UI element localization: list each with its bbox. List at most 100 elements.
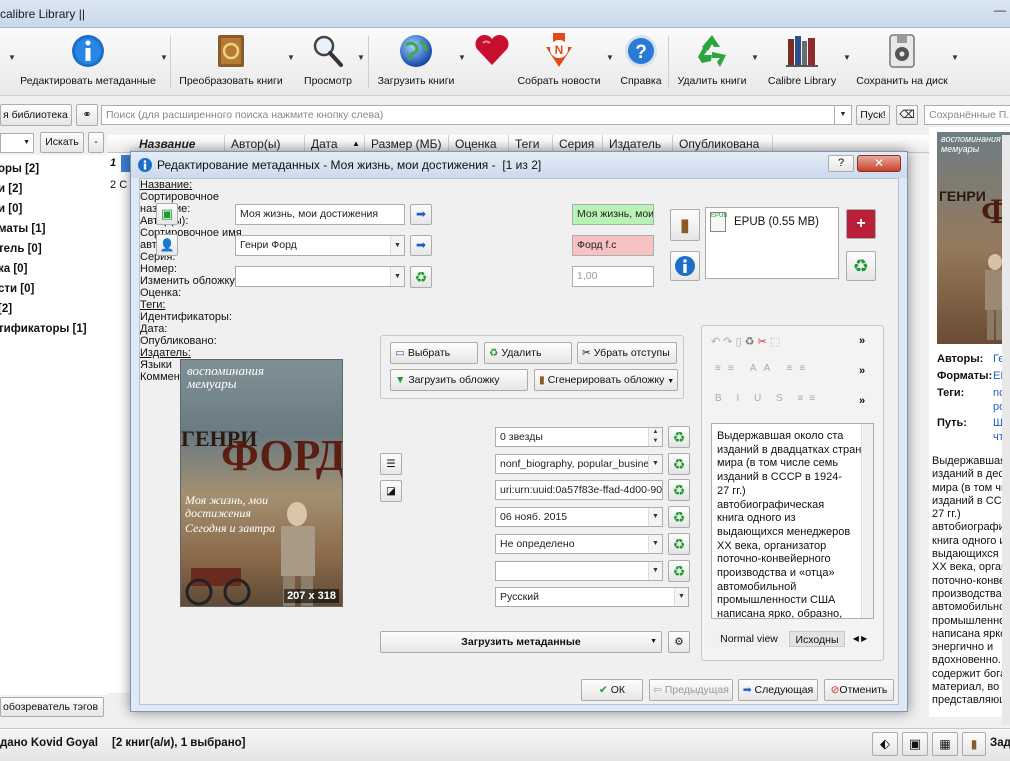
paste-isbn-icon[interactable]: ◪ (380, 480, 402, 502)
minimize-button[interactable]: — (985, 0, 1010, 20)
get-books-button[interactable]: Загрузить книги (374, 28, 458, 94)
book-cover-image[interactable]: воспоминания мемуары ГЕНРИ ФОРД Моя жизн… (180, 359, 343, 607)
details-scrollbar[interactable] (1002, 135, 1010, 725)
chevron-down-icon[interactable]: ▼ (648, 455, 662, 473)
paste-icon[interactable]: ♻ (745, 336, 755, 348)
save-to-disk-button[interactable]: Сохранить на диск (854, 28, 950, 94)
clear-identifiers-recycle-icon[interactable]: ♻ (668, 479, 690, 501)
languages-input[interactable]: Русский ▼ (495, 587, 689, 607)
date-input[interactable]: 06 нояб. 2015 ▼ (495, 507, 663, 527)
convert-books-button[interactable]: Преобразовать книги (178, 28, 284, 94)
spin-arrows-icon[interactable]: ▲ ▼ (648, 428, 662, 446)
clear-series-recycle-icon[interactable]: ♻ (410, 266, 432, 288)
identifiers-input[interactable]: uri:urn:uuid:0a57f83e-ffad-4d00-900 (495, 480, 663, 500)
tag-category-series[interactable]: и [2] (0, 183, 22, 195)
clear-rating-recycle-icon[interactable]: ♻ (668, 426, 690, 448)
grid-view-icon[interactable]: ▦ (932, 732, 958, 756)
sort-title-input[interactable]: Моя жизнь, мои д (572, 204, 654, 225)
advanced-search-binoculars-icon[interactable]: ⚭ (76, 104, 98, 126)
chevron-down-icon[interactable]: ▼ (674, 588, 688, 606)
tab-source-view[interactable]: Исходны (789, 631, 845, 647)
title-input[interactable]: Моя жизнь, мои достижения (235, 204, 405, 225)
sort-author-input[interactable]: Форд f.c (572, 235, 654, 256)
clear-published-recycle-icon[interactable]: ♻ (668, 533, 690, 555)
edit-tags-icon[interactable]: ☰ (380, 453, 402, 475)
save-to-disk-arrow[interactable]: ▼ (951, 53, 959, 62)
remove-format-recycle-icon[interactable]: ♻ (846, 251, 876, 281)
comments-editor[interactable]: Выдержавшая около ста изданий в двадцатка… (711, 423, 874, 619)
library-button[interactable]: Calibre Library (762, 28, 842, 94)
tag-category-publisher[interactable]: тель [0] (0, 243, 42, 255)
rating-spinbox[interactable]: 0 звезды ▲ ▼ (495, 427, 663, 447)
chevron-down-icon[interactable]: ▼ (648, 508, 662, 526)
more-tools-icon[interactable]: » (859, 395, 865, 407)
series-input[interactable]: ▼ (235, 266, 405, 287)
edit-metadata-arrow[interactable]: ▼ (160, 53, 168, 62)
authors-input[interactable]: Генри Форд ▼ (235, 235, 405, 256)
clear-tags-recycle-icon[interactable]: ♻ (668, 453, 690, 475)
clear-date-recycle-icon[interactable]: ♻ (668, 506, 690, 528)
view-arrow[interactable]: ▼ (357, 53, 365, 62)
format-info-icon[interactable] (670, 251, 700, 281)
go-search-button[interactable]: Пуск! (856, 105, 890, 125)
trim-cover-button[interactable]: ✂ Убрать отступы (577, 342, 677, 364)
donate-button[interactable] (470, 28, 514, 94)
manage-authors-person-icon[interactable]: 👤 (156, 234, 178, 256)
edit-metadata-button[interactable]: Редактировать метаданные (18, 28, 158, 94)
tag-icon[interactable]: ⬖ (872, 732, 898, 756)
tag-category-rating[interactable]: ка [0] (0, 263, 27, 275)
ok-button[interactable]: ✔ ОК (581, 679, 643, 701)
tags-input[interactable]: nonf_biography, popular_business ▼ (495, 454, 663, 474)
remove-books-arrow[interactable]: ▼ (751, 53, 759, 62)
tag-category-formats[interactable]: маты [1] (0, 223, 45, 235)
previous-button[interactable]: ⇦ Предыдущая (649, 679, 733, 701)
find-tag-button[interactable]: Искать (40, 132, 84, 153)
cover-view-icon[interactable]: ▣ (902, 732, 928, 756)
chevron-down-icon[interactable]: ▼ (390, 267, 404, 286)
download-cover-button[interactable]: ▼ Загрузить обложку (390, 369, 528, 391)
published-input[interactable]: Не определено ▼ (495, 534, 663, 554)
redo-icon[interactable]: ↷ (723, 336, 732, 348)
remove-books-button[interactable]: Удалить книги (672, 28, 752, 94)
tag-browser-filter-combo[interactable]: ▼ (0, 133, 34, 153)
book-details-icon[interactable]: ▮ (962, 732, 986, 756)
tag-category-news[interactable]: сти [0] (0, 283, 34, 295)
row-number[interactable]: 2 С (107, 177, 132, 194)
series-number-input[interactable]: 1,00 (572, 266, 654, 287)
generate-cover-button[interactable]: ▮ Сгенерировать обложку ▼ (534, 369, 678, 391)
clear-publisher-recycle-icon[interactable]: ♻ (668, 560, 690, 582)
publisher-input[interactable]: ▼ (495, 561, 663, 581)
tag-browser-config-button[interactable]: обозреватель тэгов ▼ (0, 697, 104, 717)
tab-scroll-arrows-icon[interactable]: ◀ ▶ (847, 631, 873, 647)
dialog-close-button[interactable]: ✕ (857, 155, 901, 172)
chevron-down-icon[interactable]: ▼ (390, 236, 404, 255)
cancel-button[interactable]: ⊘Отменить (824, 679, 894, 701)
convert-arrow[interactable]: ▼ (287, 53, 295, 62)
saved-searches-input[interactable]: Сохранённые П... (924, 105, 1010, 125)
metadata-settings-gear-icon[interactable]: ⚙ (668, 631, 690, 653)
tab-normal-view[interactable]: Normal view (711, 631, 787, 647)
formats-list[interactable]: EPUB EPUB (0.55 MB) (705, 207, 839, 279)
get-books-arrow[interactable]: ▼ (458, 53, 466, 62)
view-button[interactable]: Просмотр (300, 28, 356, 94)
details-cover-image[interactable]: воспоминания мемуары ГЕНРИ ФО (937, 132, 1010, 344)
add-format-icon[interactable]: + (846, 209, 876, 239)
jobs-label[interactable]: Зад (990, 737, 1010, 749)
help-button[interactable]: ? Справка (616, 28, 666, 94)
format-entry[interactable]: EPUB (0.55 MB) (734, 216, 819, 228)
more-tools-icon[interactable]: » (859, 365, 865, 377)
next-button[interactable]: ➡ Следующая (738, 679, 818, 701)
browse-cover-button[interactable]: ▭ Выбрать (390, 342, 478, 364)
tag-category-ratings[interactable]: и [0] (0, 203, 22, 215)
copy-title-arrow-icon[interactable]: ➡ (410, 204, 432, 225)
clear-search-icon[interactable]: ⌫ (896, 105, 918, 125)
dialog-help-button[interactable]: ? (828, 155, 854, 172)
remove-cover-button[interactable]: ♻ Удалить (484, 342, 572, 364)
tag-category-identifiers[interactable]: тификаторы [1] (0, 323, 87, 335)
undo-icon[interactable]: ↶ (711, 336, 720, 348)
chevron-down-icon[interactable]: ▼ (648, 535, 662, 553)
more-tools-icon[interactable]: » (859, 335, 865, 347)
tag-category-tags[interactable]: [2] (0, 303, 12, 315)
title-cover-icon[interactable]: ▣ (156, 203, 178, 225)
chevron-down-icon[interactable]: ▼ (648, 562, 662, 580)
